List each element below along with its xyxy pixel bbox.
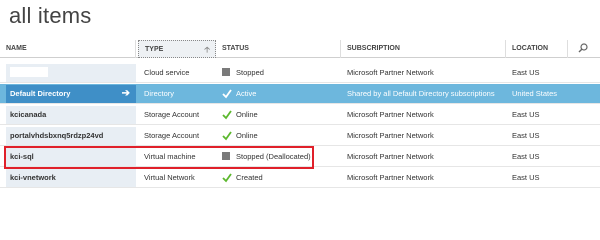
row-name: kcicanada	[10, 110, 47, 119]
row-location: East US	[512, 152, 540, 161]
row-location: East US	[512, 68, 540, 77]
row-subscription: Shared by all Default Directory subscrip…	[347, 89, 495, 98]
row-status-label: Online	[236, 131, 258, 140]
row-type: Storage Account	[144, 110, 200, 119]
row-status-label: Active	[236, 89, 257, 98]
redacted-name	[10, 67, 48, 78]
page-title: all items	[9, 3, 92, 28]
table-row[interactable]: portalvhdsbxnq5rdzp24vd Storage Account …	[0, 126, 600, 146]
row-name-cell[interactable]: kcicanada	[6, 106, 136, 124]
row-type: Virtual Network	[144, 173, 195, 182]
row-name-cell[interactable]: portalvhdsbxnq5rdzp24vd	[6, 127, 136, 145]
column-header-status[interactable]: STATUS	[216, 40, 341, 58]
row-name-cell[interactable]: Default Directory ➔	[6, 85, 136, 103]
row-status: Stopped (Deallocated)	[222, 147, 311, 167]
row-subscription: Microsoft Partner Network	[347, 131, 434, 140]
row-name-cell[interactable]: kci-vnetwork	[6, 169, 136, 187]
row-type: Virtual machine	[144, 152, 196, 161]
sort-ascending-icon: 🡡	[204, 45, 210, 54]
row-type: Storage Account	[144, 131, 200, 140]
search-icon[interactable]	[578, 43, 588, 53]
row-name-cell[interactable]: kci-sql	[6, 148, 136, 166]
row-name-cell[interactable]	[6, 64, 136, 82]
column-header-type[interactable]: TYPE 🡡	[138, 40, 216, 58]
row-location: East US	[512, 173, 540, 182]
row-name: portalvhdsbxnq5rdzp24vd	[10, 131, 104, 140]
row-type: Directory	[144, 89, 175, 98]
row-type: Cloud service	[144, 68, 190, 77]
stopped-status-icon	[222, 152, 230, 161]
column-header-name[interactable]: NAME	[0, 40, 136, 58]
check-icon	[222, 173, 232, 183]
row-location: United States	[512, 89, 558, 98]
row-status: Active	[222, 84, 256, 104]
check-icon	[222, 131, 232, 141]
column-header-subscription[interactable]: SUBSCRIPTION	[341, 40, 506, 58]
row-name: kci-vnetwork	[10, 173, 56, 182]
row-status: Online	[222, 126, 258, 146]
row-location: East US	[512, 131, 540, 140]
row-subscription: Microsoft Partner Network	[347, 152, 434, 161]
table-row-selected[interactable]: Default Directory ➔ Directory Active Sha…	[0, 84, 600, 104]
check-icon	[222, 110, 232, 120]
stopped-status-icon	[222, 68, 230, 77]
table-row[interactable]: kci-sql Virtual machine Stopped (Dealloc…	[0, 147, 600, 167]
row-name: kci-sql	[10, 152, 34, 161]
check-icon	[222, 89, 232, 99]
table-row[interactable]: kcicanada Storage Account Online Microso…	[0, 105, 600, 125]
row-status: Online	[222, 105, 258, 125]
row-subscription: Microsoft Partner Network	[347, 173, 434, 182]
table-row[interactable]: Cloud service Stopped Microsoft Partner …	[0, 63, 600, 83]
row-status: Created	[222, 168, 263, 188]
grid-header: NAME TYPE 🡡 STATUS SUBSCRIPTION LOCATION	[0, 40, 600, 58]
row-location: East US	[512, 110, 540, 119]
row-status-label: Created	[236, 173, 263, 182]
row-subscription: Microsoft Partner Network	[347, 110, 434, 119]
row-status-label: Stopped	[236, 68, 264, 77]
row-status-label: Stopped (Deallocated)	[236, 152, 311, 161]
arrow-right-icon[interactable]: ➔	[122, 85, 130, 103]
column-header-type-label: TYPE	[145, 46, 164, 53]
row-name: Default Directory	[10, 89, 71, 98]
column-header-location[interactable]: LOCATION	[506, 40, 568, 58]
table-row[interactable]: kci-vnetwork Virtual Network Created Mic…	[0, 168, 600, 188]
row-status-label: Online	[236, 110, 258, 119]
row-status: Stopped	[222, 63, 264, 83]
row-subscription: Microsoft Partner Network	[347, 68, 434, 77]
